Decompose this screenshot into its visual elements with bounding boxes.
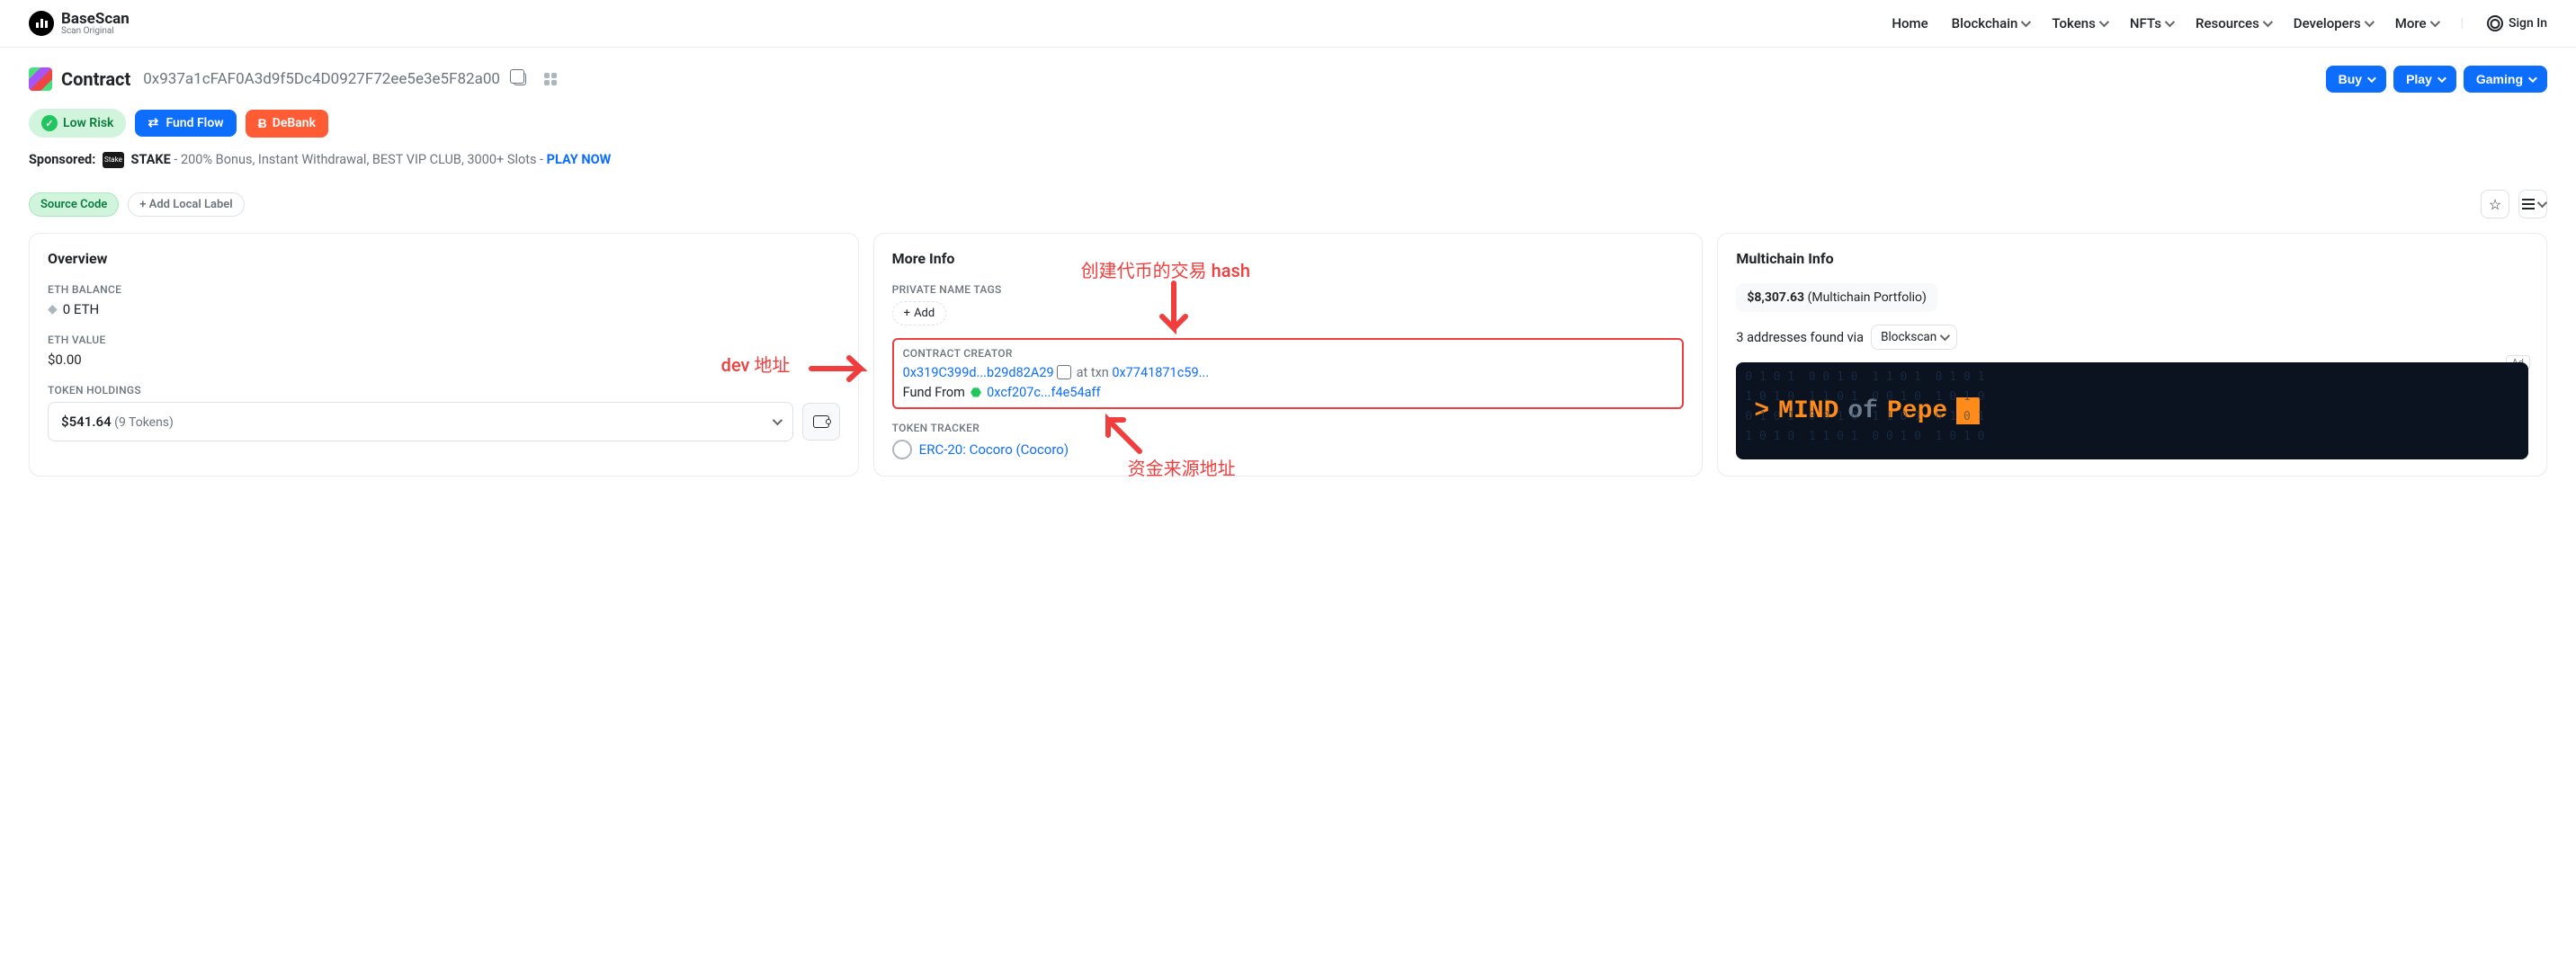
ad-background: 0 1 0 1 0 0 1 0 1 1 0 1 0 1 0 1 1 0 1 0 … (1736, 362, 2528, 459)
multichain-card: Multichain Info $8,307.63 (Multichain Po… (1717, 233, 2547, 477)
more-info-title: More Info (892, 250, 1685, 267)
private-tags-label: PRIVATE NAME TAGS (892, 283, 1685, 296)
signin-button[interactable]: Sign In (2487, 15, 2547, 31)
star-icon: ☆ (2489, 196, 2501, 213)
copy-icon (514, 73, 526, 85)
nav-blockchain[interactable]: Blockchain (1952, 15, 2029, 31)
token-holdings-label: TOKEN HOLDINGS (48, 384, 840, 396)
nav-nfts[interactable]: NFTs (2130, 15, 2172, 31)
eth-balance-value: ◆0 ETH (48, 301, 840, 317)
qr-button[interactable] (540, 68, 561, 90)
eth-value-amount: $0.00 (48, 352, 840, 368)
chevron-down-icon (2165, 17, 2175, 27)
nav-more[interactable]: More (2395, 15, 2437, 31)
contract-creator-section: CONTRACT CREATOR 0x319C399d...b29d82A29 … (892, 338, 1685, 409)
fund-from-link[interactable]: 0xcf207c...f4e54aff (987, 385, 1101, 400)
nav-divider: | (2461, 16, 2464, 31)
copy-creator-button[interactable] (1057, 365, 1073, 381)
chevron-down-icon (2528, 74, 2537, 83)
chevron-down-icon (2364, 17, 2374, 27)
logo-icon (29, 11, 54, 36)
debank-icon: Ƀ (258, 116, 267, 131)
wallet-icon (813, 415, 829, 428)
more-info-card: More Info PRIVATE NAME TAGS +Add CONTRAC… (873, 233, 1704, 477)
nav-developers[interactable]: Developers (2294, 15, 2372, 31)
eth-balance-label: ETH BALANCE (48, 283, 840, 296)
nav-tokens[interactable]: Tokens (2052, 15, 2106, 31)
add-tag-button[interactable]: +Add (892, 301, 947, 325)
addresses-found-text: 3 addresses found via (1736, 330, 1864, 345)
plus-icon: + (904, 307, 910, 320)
more-options-button[interactable] (2518, 190, 2547, 218)
nav-resources[interactable]: Resources (2196, 15, 2270, 31)
contract-creator-label: CONTRACT CREATOR (903, 347, 1674, 360)
verified-icon: ⬣ (970, 386, 981, 400)
token-tracker-label: TOKEN TRACKER (892, 422, 1685, 434)
creator-address-link[interactable]: 0x319C399d...b29d82A29 (903, 365, 1054, 380)
favorite-button[interactable]: ☆ (2481, 190, 2509, 218)
overview-card: Overview ETH BALANCE ◆0 ETH ETH VALUE $0… (29, 233, 859, 477)
play-button[interactable]: Play (2393, 66, 2456, 93)
buy-button[interactable]: Buy (2326, 66, 2386, 93)
low-risk-badge[interactable]: ✓Low Risk (29, 109, 126, 138)
qr-icon (544, 73, 557, 85)
multichain-portfolio-button[interactable]: $8,307.63 (Multichain Portfolio) (1736, 283, 1937, 312)
sponsored-banner: Sponsored: Stake STAKE - 200% Bonus, Ins… (29, 152, 2547, 168)
contract-address: 0x937a1cFAF0A3d9f5Dc4D0927F72ee5e3e5F82a… (143, 70, 500, 88)
token-holdings-dropdown[interactable]: $541.64 (9 Tokens) (48, 402, 793, 441)
wallet-button[interactable] (802, 403, 840, 441)
chevron-down-icon (2021, 17, 2031, 27)
overview-title: Overview (48, 250, 840, 267)
stake-icon: Stake (103, 152, 124, 168)
eth-value-label: ETH VALUE (48, 334, 840, 346)
copy-icon (1060, 369, 1070, 379)
chevron-down-icon (2536, 198, 2546, 208)
token-icon (892, 440, 912, 459)
chevron-down-icon (2437, 74, 2446, 83)
debank-button[interactable]: ɃDeBank (246, 110, 328, 138)
chevron-down-icon (2367, 74, 2376, 83)
user-icon (2487, 15, 2503, 31)
blockscan-button[interactable]: Blockscan (1871, 325, 1957, 350)
nav-home[interactable]: Home (1892, 15, 1928, 31)
multichain-title: Multichain Info (1736, 250, 2528, 267)
fund-flow-button[interactable]: ⇄Fund Flow (135, 110, 236, 137)
chevron-down-icon (2429, 17, 2439, 27)
add-local-label-button[interactable]: + Add Local Label (128, 192, 244, 217)
page-title: Contract (61, 68, 130, 90)
eth-icon: ◆ (48, 302, 58, 316)
source-code-tag[interactable]: Source Code (29, 192, 119, 217)
play-now-link[interactable]: PLAY NOW (547, 152, 612, 167)
chevron-down-icon (2263, 17, 2273, 27)
logo-tagline: Scan Original (61, 27, 130, 36)
logo[interactable]: BaseScan Scan Original (29, 11, 130, 36)
chevron-down-icon (2099, 17, 2109, 27)
chevron-down-icon (772, 415, 782, 425)
creation-txn-link[interactable]: 0x7741871c59... (1112, 365, 1209, 380)
logo-name: BaseScan (61, 12, 130, 27)
token-tracker-link[interactable]: ERC-20: Cocoro (Cocoro) (919, 441, 1069, 458)
list-icon (2522, 199, 2535, 209)
fund-from-label: Fund From (903, 385, 965, 400)
contract-avatar (29, 67, 52, 91)
ad-banner[interactable]: 0 1 0 1 0 0 1 0 1 1 0 1 0 1 0 1 1 0 1 0 … (1736, 362, 2528, 459)
gaming-button[interactable]: Gaming (2464, 66, 2547, 93)
flow-icon: ⇄ (148, 117, 160, 129)
check-icon: ✓ (41, 115, 58, 131)
chevron-down-icon (1940, 331, 1950, 341)
copy-button[interactable] (509, 68, 531, 90)
